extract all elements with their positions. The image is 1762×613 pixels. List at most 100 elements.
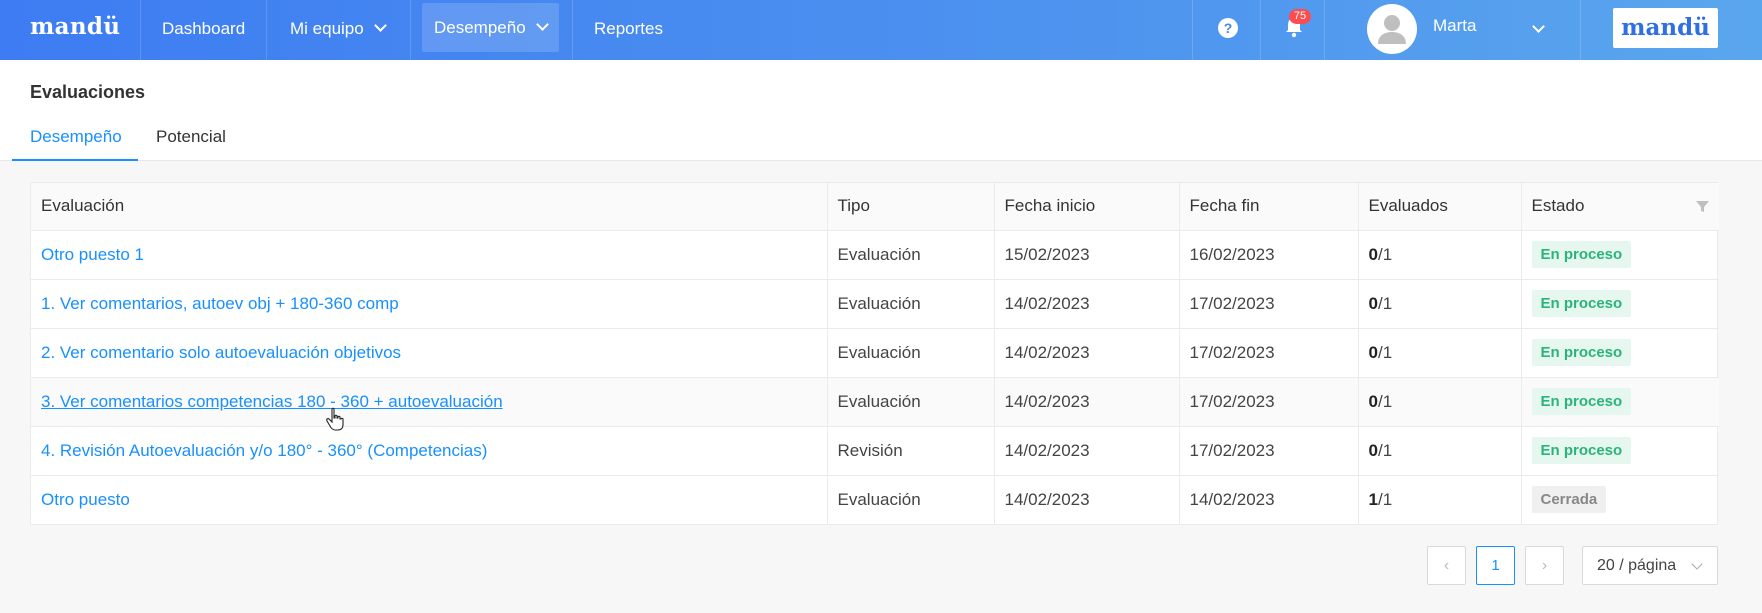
status-badge: En proceso: [1531, 388, 1632, 415]
evaluation-link[interactable]: 3. Ver comentarios competencias 180 - 36…: [31, 377, 828, 427]
nav-divider: [1192, 0, 1193, 60]
nav-dashboard[interactable]: Dashboard: [150, 0, 257, 60]
evaluated-total: /1: [1377, 440, 1393, 460]
evaluated-total: /1: [1377, 489, 1393, 509]
column-header-evaluados[interactable]: Evaluados: [1358, 183, 1522, 231]
status-cell: En proceso: [1521, 328, 1719, 378]
end-date-cell: 17/02/2023: [1179, 279, 1359, 329]
chevron-down-icon[interactable]: [1532, 20, 1545, 33]
evaluation-link-text[interactable]: 3. Ver comentarios competencias 180 - 36…: [41, 392, 503, 411]
filter-icon[interactable]: [1696, 200, 1709, 213]
evaluated-done: 0: [1368, 391, 1378, 411]
evaluated-total: /1: [1377, 391, 1393, 411]
column-header-tipo[interactable]: Tipo: [827, 183, 995, 231]
status-badge: En proceso: [1531, 241, 1632, 268]
chevron-right-icon: ›: [1541, 557, 1548, 574]
type-cell: Evaluación: [827, 230, 995, 280]
chevron-down-icon: [1691, 558, 1703, 570]
column-header-estado[interactable]: Estado: [1521, 183, 1719, 231]
column-header-estado-label: Estado: [1531, 196, 1585, 216]
evaluation-link[interactable]: 1. Ver comentarios, autoev obj + 180-360…: [31, 279, 828, 329]
status-cell: En proceso: [1521, 377, 1719, 427]
nav-divider: [140, 0, 141, 60]
nav-reportes-label: Reportes: [594, 19, 663, 38]
table-row[interactable]: 3. Ver comentarios competencias 180 - 36…: [31, 377, 1719, 427]
evaluated-cell: 0/1: [1358, 377, 1522, 427]
status-cell: En proceso: [1521, 426, 1719, 476]
end-date-cell: 17/02/2023: [1179, 426, 1359, 476]
end-date-cell: 14/02/2023: [1179, 475, 1359, 524]
type-cell: Evaluación: [827, 279, 995, 329]
evaluated-cell: 0/1: [1358, 230, 1522, 280]
evaluation-link-text[interactable]: Otro puesto 1: [41, 245, 144, 264]
chevron-down-icon: [535, 18, 549, 31]
status-badge: En proceso: [1531, 437, 1632, 464]
evaluated-cell: 0/1: [1358, 426, 1522, 476]
page-size-label: 20 / página: [1597, 557, 1677, 574]
app-logo[interactable]: mandü: [30, 13, 120, 40]
evaluated-total: /1: [1377, 293, 1393, 313]
status-badge: En proceso: [1531, 290, 1632, 317]
hand-cursor-icon: [326, 407, 344, 431]
table-row[interactable]: Otro puesto Evaluación 14/02/2023 14/02/…: [31, 475, 1719, 524]
evaluated-total: /1: [1377, 244, 1393, 264]
status-badge: En proceso: [1531, 339, 1632, 366]
tab-desempeno[interactable]: Desempeño: [30, 127, 122, 147]
table-row[interactable]: Otro puesto 1 Evaluación 15/02/2023 16/0…: [31, 230, 1719, 280]
help-icon[interactable]: ?: [1218, 18, 1238, 38]
table-row[interactable]: 4. Revisión Autoevaluación y/o 180° - 36…: [31, 426, 1719, 476]
table-row[interactable]: 2. Ver comentario solo autoevaluación ob…: [31, 328, 1719, 378]
user-avatar-icon: [1378, 15, 1406, 44]
user-name[interactable]: Marta: [1433, 16, 1476, 36]
nav-divider: [1580, 0, 1581, 60]
evaluated-cell: 1/1: [1358, 475, 1522, 524]
nav-reportes[interactable]: Reportes: [582, 0, 675, 60]
pagination-next-button[interactable]: ›: [1525, 546, 1564, 585]
chevron-down-icon: [373, 19, 387, 32]
page-title: Evaluaciones: [30, 82, 146, 102]
end-date-cell: 16/02/2023: [1179, 230, 1359, 280]
start-date-cell: 14/02/2023: [994, 377, 1180, 427]
column-header-fecha-fin[interactable]: Fecha fin: [1179, 183, 1359, 231]
evaluation-link[interactable]: Otro puesto: [31, 475, 828, 524]
type-cell: Revisión: [827, 426, 995, 476]
company-logo-text: mandü: [1621, 14, 1710, 41]
table-header-row: Evaluación Tipo Fecha inicio Fecha fin E…: [31, 183, 1719, 231]
status-cell: En proceso: [1521, 279, 1719, 329]
evaluated-done: 0: [1368, 244, 1378, 264]
page-size-select[interactable]: 20 / página: [1582, 546, 1718, 585]
evaluation-link-text[interactable]: 2. Ver comentario solo autoevaluación ob…: [41, 343, 401, 362]
nav-divider: [1260, 0, 1261, 60]
evaluated-cell: 0/1: [1358, 279, 1522, 329]
pagination-page-1[interactable]: 1: [1476, 546, 1515, 585]
pagination-prev-button[interactable]: ‹: [1427, 546, 1466, 585]
end-date-cell: 17/02/2023: [1179, 328, 1359, 378]
notification-count-badge: 75: [1289, 9, 1311, 24]
start-date-cell: 14/02/2023: [994, 328, 1180, 378]
evaluation-link-text[interactable]: 4. Revisión Autoevaluación y/o 180° - 36…: [41, 441, 487, 460]
nav-mi-equipo[interactable]: Mi equipo: [278, 0, 397, 60]
nav-divider: [572, 0, 573, 60]
evaluated-done: 0: [1368, 293, 1378, 313]
avatar[interactable]: [1367, 4, 1417, 54]
top-navigation-bar: mandü Dashboard Mi equipo Desempeño Repo…: [0, 0, 1762, 60]
start-date-cell: 14/02/2023: [994, 475, 1180, 524]
evaluation-link-text[interactable]: Otro puesto: [41, 490, 130, 509]
evaluated-done: 1: [1368, 489, 1378, 509]
type-cell: Evaluación: [827, 475, 995, 524]
evaluation-link-text[interactable]: 1. Ver comentarios, autoev obj + 180-360…: [41, 294, 399, 313]
evaluation-link[interactable]: Otro puesto 1: [31, 230, 828, 280]
evaluation-link[interactable]: 4. Revisión Autoevaluación y/o 180° - 36…: [31, 426, 828, 476]
page-header: Evaluaciones Desempeño Potencial: [0, 60, 1762, 161]
table-row[interactable]: 1. Ver comentarios, autoev obj + 180-360…: [31, 279, 1719, 329]
tab-potencial[interactable]: Potencial: [156, 127, 226, 147]
nav-desempeno[interactable]: Desempeño: [422, 3, 559, 52]
evaluation-link[interactable]: 2. Ver comentario solo autoevaluación ob…: [31, 328, 828, 378]
type-cell: Evaluación: [827, 328, 995, 378]
evaluated-cell: 0/1: [1358, 328, 1522, 378]
chevron-left-icon: ‹: [1443, 557, 1450, 574]
column-header-evaluacion[interactable]: Evaluación: [31, 183, 828, 231]
evaluated-done: 0: [1368, 440, 1378, 460]
column-header-fecha-inicio[interactable]: Fecha inicio: [994, 183, 1180, 231]
nav-divider: [410, 0, 411, 60]
